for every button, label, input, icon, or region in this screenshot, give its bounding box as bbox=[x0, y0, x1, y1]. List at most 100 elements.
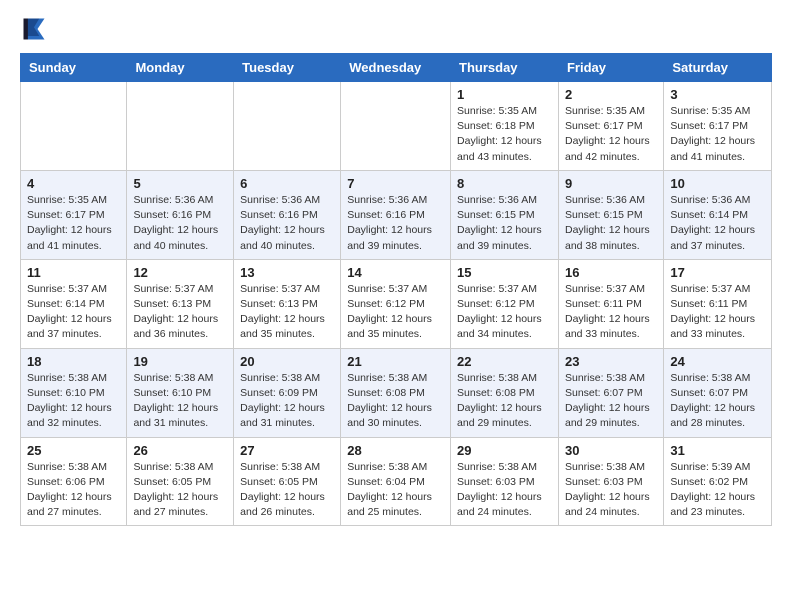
day-number: 2 bbox=[565, 87, 657, 102]
calendar-day-cell: 9 Sunrise: 5:36 AM Sunset: 6:15 PM Daylig… bbox=[558, 170, 663, 259]
day-detail: Sunrise: 5:37 AM Sunset: 6:14 PM Dayligh… bbox=[27, 282, 120, 343]
day-number: 12 bbox=[133, 265, 227, 280]
day-detail: Sunrise: 5:38 AM Sunset: 6:10 PM Dayligh… bbox=[27, 371, 120, 432]
calendar-day-cell: 23Sunrise: 5:38 AM Sunset: 6:07 PM Dayli… bbox=[558, 348, 663, 437]
calendar-day-cell bbox=[341, 82, 451, 171]
calendar-day-cell: 20 Sunrise: 5:38 AM Sunset: 6:09 PM Dayli… bbox=[234, 348, 341, 437]
day-number: 1 bbox=[457, 87, 552, 102]
day-detail: Sunrise: 5:38 AM Sunset: 6:08 PM Dayligh… bbox=[347, 371, 444, 432]
day-number: 3 bbox=[670, 87, 765, 102]
day-of-week-header: Sunday bbox=[21, 54, 127, 82]
calendar-day-cell: 2 Sunrise: 5:35 AM Sunset: 6:17 PM Daylig… bbox=[558, 82, 663, 171]
day-detail: Sunrise: 5:38 AM Sunset: 6:07 PM Dayligh… bbox=[565, 371, 657, 432]
calendar-day-cell: 8 Sunrise: 5:36 AM Sunset: 6:15 PM Daylig… bbox=[451, 170, 559, 259]
calendar-table: SundayMondayTuesdayWednesdayThursdayFrid… bbox=[20, 53, 772, 526]
day-number: 24 bbox=[670, 354, 765, 369]
calendar-day-cell: 7Sunrise: 5:36 AM Sunset: 6:16 PM Daylig… bbox=[341, 170, 451, 259]
calendar-day-cell: 3 Sunrise: 5:35 AM Sunset: 6:17 PM Daylig… bbox=[664, 82, 772, 171]
day-number: 4 bbox=[27, 176, 120, 191]
day-number: 29 bbox=[457, 443, 552, 458]
calendar-week-row: 18Sunrise: 5:38 AM Sunset: 6:10 PM Dayli… bbox=[21, 348, 772, 437]
calendar-day-cell: 22 Sunrise: 5:38 AM Sunset: 6:08 PM Dayli… bbox=[451, 348, 559, 437]
calendar-day-cell: 10 Sunrise: 5:36 AM Sunset: 6:14 PM Dayli… bbox=[664, 170, 772, 259]
calendar-day-cell: 19 Sunrise: 5:38 AM Sunset: 6:10 PM Dayli… bbox=[127, 348, 234, 437]
calendar-day-cell: 28 Sunrise: 5:38 AM Sunset: 6:04 PM Dayli… bbox=[341, 437, 451, 526]
day-number: 27 bbox=[240, 443, 334, 458]
day-of-week-header: Thursday bbox=[451, 54, 559, 82]
calendar-day-cell: 21Sunrise: 5:38 AM Sunset: 6:08 PM Dayli… bbox=[341, 348, 451, 437]
calendar-day-cell bbox=[21, 82, 127, 171]
day-detail: Sunrise: 5:37 AM Sunset: 6:13 PM Dayligh… bbox=[133, 282, 227, 343]
day-number: 19 bbox=[133, 354, 227, 369]
calendar-day-cell: 24 Sunrise: 5:38 AM Sunset: 6:07 PM Dayli… bbox=[664, 348, 772, 437]
day-number: 5 bbox=[133, 176, 227, 191]
day-detail: Sunrise: 5:36 AM Sunset: 6:16 PM Dayligh… bbox=[240, 193, 334, 254]
day-detail: Sunrise: 5:36 AM Sunset: 6:14 PM Dayligh… bbox=[670, 193, 765, 254]
day-of-week-header: Wednesday bbox=[341, 54, 451, 82]
calendar-day-cell: 16Sunrise: 5:37 AM Sunset: 6:11 PM Dayli… bbox=[558, 259, 663, 348]
day-number: 10 bbox=[670, 176, 765, 191]
page: SundayMondayTuesdayWednesdayThursdayFrid… bbox=[0, 0, 792, 541]
calendar-day-cell: 13 Sunrise: 5:37 AM Sunset: 6:13 PM Dayli… bbox=[234, 259, 341, 348]
calendar-day-cell: 11 Sunrise: 5:37 AM Sunset: 6:14 PM Dayli… bbox=[21, 259, 127, 348]
day-detail: Sunrise: 5:35 AM Sunset: 6:17 PM Dayligh… bbox=[670, 104, 765, 165]
calendar-day-cell: 14 Sunrise: 5:37 AM Sunset: 6:12 PM Dayli… bbox=[341, 259, 451, 348]
day-detail: Sunrise: 5:36 AM Sunset: 6:15 PM Dayligh… bbox=[457, 193, 552, 254]
day-number: 14 bbox=[347, 265, 444, 280]
day-detail: Sunrise: 5:38 AM Sunset: 6:04 PM Dayligh… bbox=[347, 460, 444, 521]
day-number: 25 bbox=[27, 443, 120, 458]
logo bbox=[20, 15, 52, 43]
day-number: 17 bbox=[670, 265, 765, 280]
day-detail: Sunrise: 5:36 AM Sunset: 6:16 PM Dayligh… bbox=[133, 193, 227, 254]
day-detail: Sunrise: 5:37 AM Sunset: 6:13 PM Dayligh… bbox=[240, 282, 334, 343]
day-detail: Sunrise: 5:38 AM Sunset: 6:03 PM Dayligh… bbox=[565, 460, 657, 521]
day-detail: Sunrise: 5:36 AM Sunset: 6:16 PM Dayligh… bbox=[347, 193, 444, 254]
day-number: 26 bbox=[133, 443, 227, 458]
day-number: 20 bbox=[240, 354, 334, 369]
day-detail: Sunrise: 5:38 AM Sunset: 6:08 PM Dayligh… bbox=[457, 371, 552, 432]
day-detail: Sunrise: 5:38 AM Sunset: 6:07 PM Dayligh… bbox=[670, 371, 765, 432]
day-detail: Sunrise: 5:38 AM Sunset: 6:05 PM Dayligh… bbox=[133, 460, 227, 521]
day-number: 15 bbox=[457, 265, 552, 280]
calendar-day-cell: 27 Sunrise: 5:38 AM Sunset: 6:05 PM Dayli… bbox=[234, 437, 341, 526]
day-number: 8 bbox=[457, 176, 552, 191]
day-of-week-header: Tuesday bbox=[234, 54, 341, 82]
day-number: 31 bbox=[670, 443, 765, 458]
logo-icon bbox=[20, 15, 48, 43]
calendar-day-cell: 6Sunrise: 5:36 AM Sunset: 6:16 PM Daylig… bbox=[234, 170, 341, 259]
day-detail: Sunrise: 5:37 AM Sunset: 6:11 PM Dayligh… bbox=[670, 282, 765, 343]
calendar-day-cell: 5 Sunrise: 5:36 AM Sunset: 6:16 PM Daylig… bbox=[127, 170, 234, 259]
calendar-day-cell: 30 Sunrise: 5:38 AM Sunset: 6:03 PM Dayli… bbox=[558, 437, 663, 526]
calendar-day-cell: 29 Sunrise: 5:38 AM Sunset: 6:03 PM Dayli… bbox=[451, 437, 559, 526]
day-number: 30 bbox=[565, 443, 657, 458]
day-number: 9 bbox=[565, 176, 657, 191]
calendar-week-row: 4 Sunrise: 5:35 AM Sunset: 6:17 PM Daylig… bbox=[21, 170, 772, 259]
day-detail: Sunrise: 5:35 AM Sunset: 6:17 PM Dayligh… bbox=[565, 104, 657, 165]
day-detail: Sunrise: 5:38 AM Sunset: 6:06 PM Dayligh… bbox=[27, 460, 120, 521]
header bbox=[20, 15, 772, 43]
day-of-week-header: Friday bbox=[558, 54, 663, 82]
calendar-week-row: 1Sunrise: 5:35 AM Sunset: 6:18 PM Daylig… bbox=[21, 82, 772, 171]
day-detail: Sunrise: 5:38 AM Sunset: 6:09 PM Dayligh… bbox=[240, 371, 334, 432]
day-number: 22 bbox=[457, 354, 552, 369]
day-of-week-header: Monday bbox=[127, 54, 234, 82]
calendar-day-cell: 31 Sunrise: 5:39 AM Sunset: 6:02 PM Dayli… bbox=[664, 437, 772, 526]
calendar-day-cell: 17 Sunrise: 5:37 AM Sunset: 6:11 PM Dayli… bbox=[664, 259, 772, 348]
day-detail: Sunrise: 5:38 AM Sunset: 6:03 PM Dayligh… bbox=[457, 460, 552, 521]
calendar-day-cell: 15Sunrise: 5:37 AM Sunset: 6:12 PM Dayli… bbox=[451, 259, 559, 348]
day-detail: Sunrise: 5:39 AM Sunset: 6:02 PM Dayligh… bbox=[670, 460, 765, 521]
day-number: 28 bbox=[347, 443, 444, 458]
calendar-day-cell: 1Sunrise: 5:35 AM Sunset: 6:18 PM Daylig… bbox=[451, 82, 559, 171]
day-detail: Sunrise: 5:37 AM Sunset: 6:12 PM Dayligh… bbox=[347, 282, 444, 343]
calendar-day-cell: 25 Sunrise: 5:38 AM Sunset: 6:06 PM Dayli… bbox=[21, 437, 127, 526]
day-of-week-header: Saturday bbox=[664, 54, 772, 82]
day-detail: Sunrise: 5:38 AM Sunset: 6:10 PM Dayligh… bbox=[133, 371, 227, 432]
day-detail: Sunrise: 5:35 AM Sunset: 6:17 PM Dayligh… bbox=[27, 193, 120, 254]
calendar-day-cell: 18Sunrise: 5:38 AM Sunset: 6:10 PM Dayli… bbox=[21, 348, 127, 437]
calendar-day-cell: 26 Sunrise: 5:38 AM Sunset: 6:05 PM Dayli… bbox=[127, 437, 234, 526]
calendar-day-cell: 4 Sunrise: 5:35 AM Sunset: 6:17 PM Daylig… bbox=[21, 170, 127, 259]
day-detail: Sunrise: 5:38 AM Sunset: 6:05 PM Dayligh… bbox=[240, 460, 334, 521]
day-number: 11 bbox=[27, 265, 120, 280]
day-detail: Sunrise: 5:36 AM Sunset: 6:15 PM Dayligh… bbox=[565, 193, 657, 254]
day-number: 13 bbox=[240, 265, 334, 280]
